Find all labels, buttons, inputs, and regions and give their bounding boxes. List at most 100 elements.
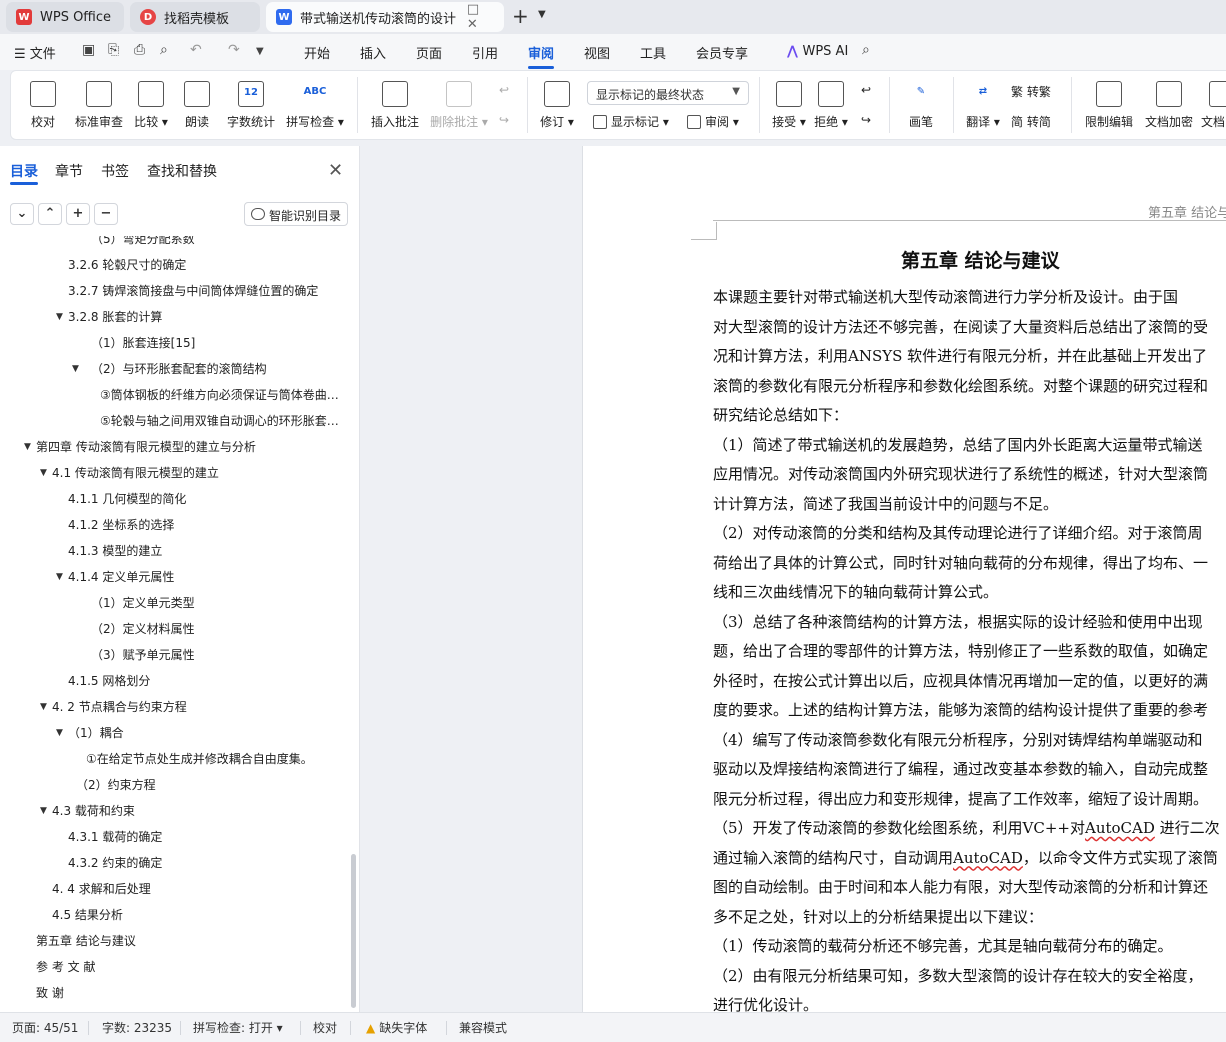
print-icon[interactable]: ⎙ <box>134 42 145 58</box>
prev-change-icon[interactable]: ↩ <box>861 83 871 97</box>
read-aloud-button[interactable]: 朗读 <box>169 81 225 130</box>
doc-button[interactable]: 文档 <box>1201 81 1226 130</box>
toc-item[interactable]: ▼ 4.1.4 定义单元属性 <box>0 564 348 590</box>
menu-page[interactable]: 页面 <box>416 43 442 62</box>
collapse-up-button[interactable]: ⌃ <box>38 203 62 225</box>
toc-item[interactable]: 4.1.3 模型的建立 <box>0 538 348 564</box>
search-icon[interactable]: ⌕ <box>862 42 870 58</box>
toc-item[interactable]: ▼ 4.1 传动滚筒有限元模型的建立 <box>0 460 348 486</box>
smart-toc-button[interactable]: 智能识别目录 <box>244 202 348 226</box>
export-icon[interactable]: ⎘ <box>108 42 119 58</box>
next-change-icon[interactable]: ↪ <box>861 113 871 127</box>
expand-toggle-icon[interactable]: ▼ <box>56 564 63 590</box>
toc-item[interactable]: ▼ 第四章 传动滚筒有限元模型的建立与分析 <box>0 434 348 460</box>
toc-item[interactable]: ▼ 4. 2 节点耦合与约束方程 <box>0 694 348 720</box>
prev-comment-icon[interactable]: ↩ <box>499 83 509 97</box>
collapse-down-button[interactable]: ⌄ <box>10 203 34 225</box>
expand-toggle-icon[interactable]: ▼ <box>40 694 47 720</box>
review-pane-button[interactable]: 审阅 ▾ <box>687 113 739 130</box>
new-tab-button[interactable]: + <box>512 6 529 26</box>
file-menu[interactable]: ☰ 文件 <box>14 43 56 62</box>
toc-item[interactable]: 4.3.2 约束的确定 <box>0 850 348 876</box>
redo-icon[interactable]: ↷ <box>228 42 240 58</box>
toc-item[interactable]: ▼ 4.3 载荷和约束 <box>0 798 348 824</box>
page-indicator[interactable]: 页面: 45/51 <box>12 1019 78 1036</box>
tab-wps-office[interactable]: W WPS Office <box>6 2 124 32</box>
tab-chapters[interactable]: 章节 <box>55 161 83 181</box>
show-markup-button[interactable]: 显示标记 ▾ <box>593 113 669 130</box>
next-comment-icon[interactable]: ↪ <box>499 113 509 127</box>
toc-item[interactable]: （3）赋予单元属性 <box>0 642 348 668</box>
delete-comment-button[interactable]: 删除批注 ▾ <box>425 81 493 130</box>
insert-comment-button[interactable]: 插入批注 <box>365 81 425 130</box>
toc-item[interactable]: 4.1.5 网格划分 <box>0 668 348 694</box>
toc-item[interactable]: ▼ （2）与环形胀套配套的滚筒结构 <box>0 356 348 382</box>
toc-item[interactable]: （5）弯矩分配系数 <box>0 236 348 252</box>
menu-insert[interactable]: 插入 <box>360 43 386 62</box>
print-preview-icon[interactable]: ⌕ <box>160 42 168 58</box>
spell-check-status[interactable]: 拼写检查: 打开 ▾ <box>193 1019 283 1036</box>
proofread-button[interactable]: 校对 <box>15 81 71 130</box>
toc-item[interactable]: ▼ （1）耦合 <box>0 720 348 746</box>
menu-member[interactable]: 会员专享 <box>696 43 748 62</box>
save-icon[interactable]: ▣ <box>82 42 95 58</box>
menu-reference[interactable]: 引用 <box>472 43 498 62</box>
toc-item[interactable]: （1）定义单元类型 <box>0 590 348 616</box>
tab-close-icon[interactable]: □ ✕ <box>467 2 494 32</box>
toc-item[interactable]: 3.2.7 铸焊滚筒接盘与中间筒体焊缝位置的确定 <box>0 278 348 304</box>
menu-tools[interactable]: 工具 <box>640 43 666 62</box>
markup-state-select[interactable]: 显示标记的最终状态 ▼ <box>587 81 749 105</box>
wps-ai-button[interactable]: ⋀ WPS AI <box>787 44 848 59</box>
menu-review[interactable]: 审阅 <box>528 43 554 62</box>
expand-toggle-icon[interactable]: ▼ <box>56 304 63 330</box>
toc-scrollbar[interactable] <box>351 854 356 1008</box>
menu-view[interactable]: 视图 <box>584 43 610 62</box>
restrict-edit-button[interactable]: 限制编辑 <box>1079 81 1139 130</box>
toc-item[interactable]: 3.2.6 轮毂尺寸的确定 <box>0 252 348 278</box>
toc-item[interactable]: 4. 4 求解和后处理 <box>0 876 348 902</box>
menu-home[interactable]: 开始 <box>304 43 330 62</box>
toc-item[interactable]: 致 谢 <box>0 980 348 1006</box>
more-icon[interactable]: ▼ <box>256 46 264 57</box>
word-count[interactable]: 字数: 23235 <box>102 1019 172 1036</box>
expand-toggle-icon[interactable]: ▼ <box>24 434 31 460</box>
document-page[interactable]: 第五章 结论与建议 第五章 结论与建议 本课题主要针对带式输送机大型传动滚筒进行… <box>582 146 1226 1014</box>
toc-item[interactable]: 第五章 结论与建议 <box>0 928 348 954</box>
undo-icon[interactable]: ↶ <box>190 42 202 58</box>
tab-bookmarks[interactable]: 书签 <box>101 161 129 181</box>
expand-toggle-icon[interactable]: ▼ <box>40 798 47 824</box>
tab-document[interactable]: W 带式输送机传动滚筒的设计 说 □ ✕ <box>266 2 504 32</box>
expand-toggle-icon[interactable]: ▼ <box>56 720 63 746</box>
track-changes-button[interactable]: 修订 ▾ <box>529 81 585 130</box>
reject-button[interactable]: 拒绝 ▾ <box>803 81 859 130</box>
toc-item[interactable]: （1）胀套连接[15] <box>0 330 348 356</box>
translate-button[interactable]: ⇄ 翻译 ▾ <box>955 81 1011 130</box>
proofread-status[interactable]: 校对 <box>313 1019 337 1036</box>
tab-toc[interactable]: 目录 <box>10 161 38 181</box>
missing-font-status[interactable]: ▲ 缺失字体 <box>366 1019 427 1036</box>
to-traditional-button[interactable]: 繁 转繁 <box>1011 83 1051 100</box>
remove-heading-button[interactable]: − <box>94 203 118 225</box>
expand-toggle-icon[interactable]: ▼ <box>40 460 47 486</box>
add-heading-button[interactable]: + <box>66 203 90 225</box>
close-icon[interactable]: ✕ <box>328 160 343 181</box>
pen-button[interactable]: ✎ 画笔 <box>893 81 949 130</box>
encrypt-button[interactable]: 文档加密 <box>1139 81 1199 130</box>
standard-review-button[interactable]: 标准审查 <box>69 81 129 130</box>
toc-item[interactable]: 4.1.1 几何模型的简化 <box>0 486 348 512</box>
to-simplified-button[interactable]: 简 转简 <box>1011 113 1051 130</box>
toc-item[interactable]: （2）定义材料属性 <box>0 616 348 642</box>
toc-item[interactable]: ⑤轮毂与轴之间用双锥自动调心的环形胀套连接 <box>0 408 348 434</box>
toc-item[interactable]: 4.3.1 载荷的确定 <box>0 824 348 850</box>
toc-item[interactable]: 参 考 文 献 <box>0 954 348 980</box>
toc-item[interactable]: 4.5 结果分析 <box>0 902 348 928</box>
toc-item[interactable]: ▼ 3.2.8 胀套的计算 <box>0 304 348 330</box>
toc-item[interactable]: （2）约束方程 <box>0 772 348 798</box>
expand-toggle-icon[interactable]: ▼ <box>72 356 79 382</box>
tab-template[interactable]: D 找稻壳模板 <box>130 2 260 32</box>
spell-check-button[interactable]: ABC 拼写检查 ▾ <box>281 81 349 130</box>
toc-item[interactable]: 4.1.2 坐标系的选择 <box>0 512 348 538</box>
chevron-down-icon[interactable]: ▼ <box>538 9 546 20</box>
toc-item[interactable]: ③筒体钢板的纤维方向必须保证与筒体卷曲方向一致 <box>0 382 348 408</box>
toc-item[interactable]: ①在给定节点处生成并修改耦合自由度集。 <box>0 746 348 772</box>
